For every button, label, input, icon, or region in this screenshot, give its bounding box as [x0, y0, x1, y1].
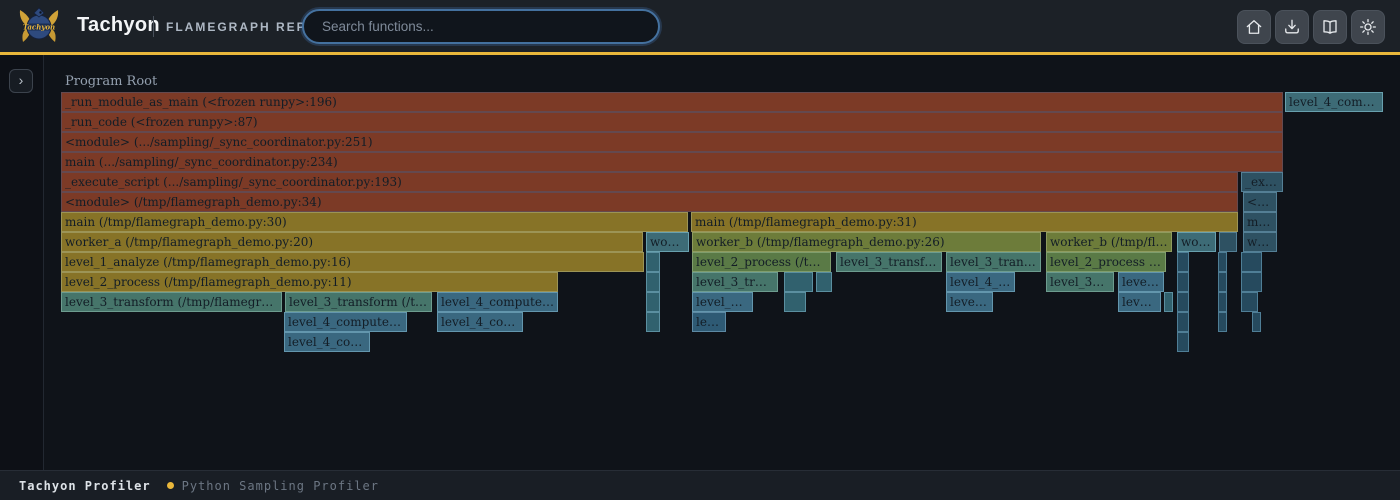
- flame-bar[interactable]: level_4_compute (/t…: [437, 292, 558, 312]
- flame-bar[interactable]: level_3_tr…: [1046, 272, 1114, 292]
- flame-bar[interactable]: [1218, 312, 1227, 332]
- flame-bar[interactable]: level_2_process (/tmp/fla…: [692, 252, 831, 272]
- chevron-right-icon: ›: [19, 72, 24, 88]
- flame-bar[interactable]: level_3_trans…: [946, 252, 1041, 272]
- flame-bar[interactable]: _exe…: [1241, 172, 1283, 192]
- flame-bar[interactable]: [1241, 292, 1258, 312]
- flame-bar[interactable]: _run_code (<frozen runpy>:87): [61, 112, 1283, 132]
- sun-icon: [1358, 17, 1378, 37]
- flame-bar[interactable]: worker_a (/tmp/flamegraph_demo.py:20): [61, 232, 643, 252]
- flame-bar[interactable]: level_4_com…: [437, 312, 523, 332]
- flame-bar[interactable]: level_…: [946, 292, 993, 312]
- download-icon: [1282, 17, 1302, 37]
- flame-bar[interactable]: level_4_comput…: [1285, 92, 1383, 112]
- flame-bar[interactable]: wor…: [1177, 232, 1216, 252]
- flame-bar[interactable]: <module> (/tmp/flamegraph_demo.py:34): [61, 192, 1238, 212]
- flame-bar[interactable]: [1241, 252, 1262, 272]
- flame-bar[interactable]: wo…: [1243, 232, 1277, 252]
- sidebar: ›: [0, 55, 44, 470]
- status-dot: [167, 482, 174, 489]
- download-button[interactable]: [1275, 10, 1309, 44]
- book-icon: [1320, 17, 1340, 37]
- flame-bar[interactable]: [784, 292, 806, 312]
- flame-bar[interactable]: [1177, 332, 1189, 352]
- flame-bar[interactable]: main (.../sampling/_sync_coordinator.py:…: [61, 152, 1283, 172]
- app-title: Tachyon: [77, 14, 160, 37]
- flamegraph-panel: Program Root _run_module_as_main (<froze…: [0, 55, 1400, 470]
- flame-bar[interactable]: [1177, 312, 1189, 332]
- app: Tachyon Tachyon FLAMEGRAPH REPORT: [0, 0, 1400, 500]
- docs-button[interactable]: [1313, 10, 1347, 44]
- flame-bar[interactable]: level_3_transform…: [836, 252, 942, 272]
- footer-app-name: Tachyon Profiler: [19, 479, 151, 493]
- flame-bar[interactable]: ma…: [1243, 212, 1277, 232]
- flame-bar[interactable]: level_1_analyze (/tmp/flamegraph_demo.py…: [61, 252, 644, 272]
- flame-bar[interactable]: level_4_com…: [284, 332, 370, 352]
- flame-bar[interactable]: <module> (.../sampling/_sync_coordinator…: [61, 132, 1283, 152]
- flame-bar[interactable]: [1218, 252, 1227, 272]
- svg-text:Tachyon: Tachyon: [23, 23, 55, 32]
- flame-bar[interactable]: worker_b (/tmp/flame…: [1046, 232, 1172, 252]
- flame-bar[interactable]: [646, 312, 660, 332]
- flame-bar[interactable]: [646, 292, 660, 312]
- flame-root-label[interactable]: Program Root: [65, 74, 157, 89]
- theme-button[interactable]: [1351, 10, 1385, 44]
- flame-bar[interactable]: wor…: [646, 232, 689, 252]
- flame-bar[interactable]: [1218, 272, 1227, 292]
- flame-bar[interactable]: [1177, 292, 1189, 312]
- flame-bar[interactable]: level_3_transf…: [692, 272, 778, 292]
- flame-bar[interactable]: level…: [1118, 292, 1161, 312]
- flame-bar[interactable]: [1177, 252, 1189, 272]
- flame-bar[interactable]: main (/tmp/flamegraph_demo.py:31): [691, 212, 1238, 232]
- flame-bar[interactable]: level_4_compute (/t…: [284, 312, 407, 332]
- flame-bar[interactable]: [646, 272, 660, 292]
- flame-bar[interactable]: level_3_transform (/tmp/flamegraph_dem…: [61, 292, 282, 312]
- flame-bar[interactable]: <m…: [1243, 192, 1277, 212]
- status-bar: Tachyon Profiler Python Sampling Profile…: [0, 470, 1400, 500]
- flame-bar[interactable]: main (/tmp/flamegraph_demo.py:30): [61, 212, 688, 232]
- flame-bar[interactable]: [1219, 232, 1237, 252]
- home-button[interactable]: [1237, 10, 1271, 44]
- flame-bar[interactable]: level_4_c…: [946, 272, 1015, 292]
- flame-bar[interactable]: level_4_…: [692, 292, 753, 312]
- flame-bar[interactable]: level_3_transform (/tmp/fl…: [285, 292, 432, 312]
- flame-bar[interactable]: _execute_script (.../sampling/_sync_coor…: [61, 172, 1238, 192]
- flame-bar[interactable]: worker_b (/tmp/flamegraph_demo.py:26): [692, 232, 1041, 252]
- flame-bar[interactable]: _run_module_as_main (<frozen runpy>:196): [61, 92, 1283, 112]
- flame-bar[interactable]: [1177, 272, 1189, 292]
- tachyon-logo: Tachyon: [17, 5, 61, 49]
- toolbar: [1237, 10, 1385, 44]
- search-input[interactable]: [302, 9, 660, 44]
- flame-bar[interactable]: [816, 272, 832, 292]
- flame-bar[interactable]: [1164, 292, 1173, 312]
- flame-bar[interactable]: [1252, 312, 1261, 332]
- home-icon: [1244, 17, 1264, 37]
- flame-bar[interactable]: [1241, 272, 1262, 292]
- flame-bar[interactable]: level_2_process (/tm…: [1046, 252, 1166, 272]
- header-divider: [153, 16, 154, 37]
- flame-bar[interactable]: lev…: [692, 312, 726, 332]
- flame-bar[interactable]: [784, 272, 813, 292]
- header: Tachyon Tachyon FLAMEGRAPH REPORT: [0, 0, 1400, 55]
- flame-bar[interactable]: level_…: [1118, 272, 1164, 292]
- footer-subtitle: Python Sampling Profiler: [182, 479, 379, 493]
- flame-bar[interactable]: level_2_process (/tmp/flamegraph_demo.py…: [61, 272, 558, 292]
- sidebar-toggle-button[interactable]: ›: [9, 69, 33, 93]
- flame-bar[interactable]: [646, 252, 660, 272]
- flame-bar[interactable]: [1218, 292, 1227, 312]
